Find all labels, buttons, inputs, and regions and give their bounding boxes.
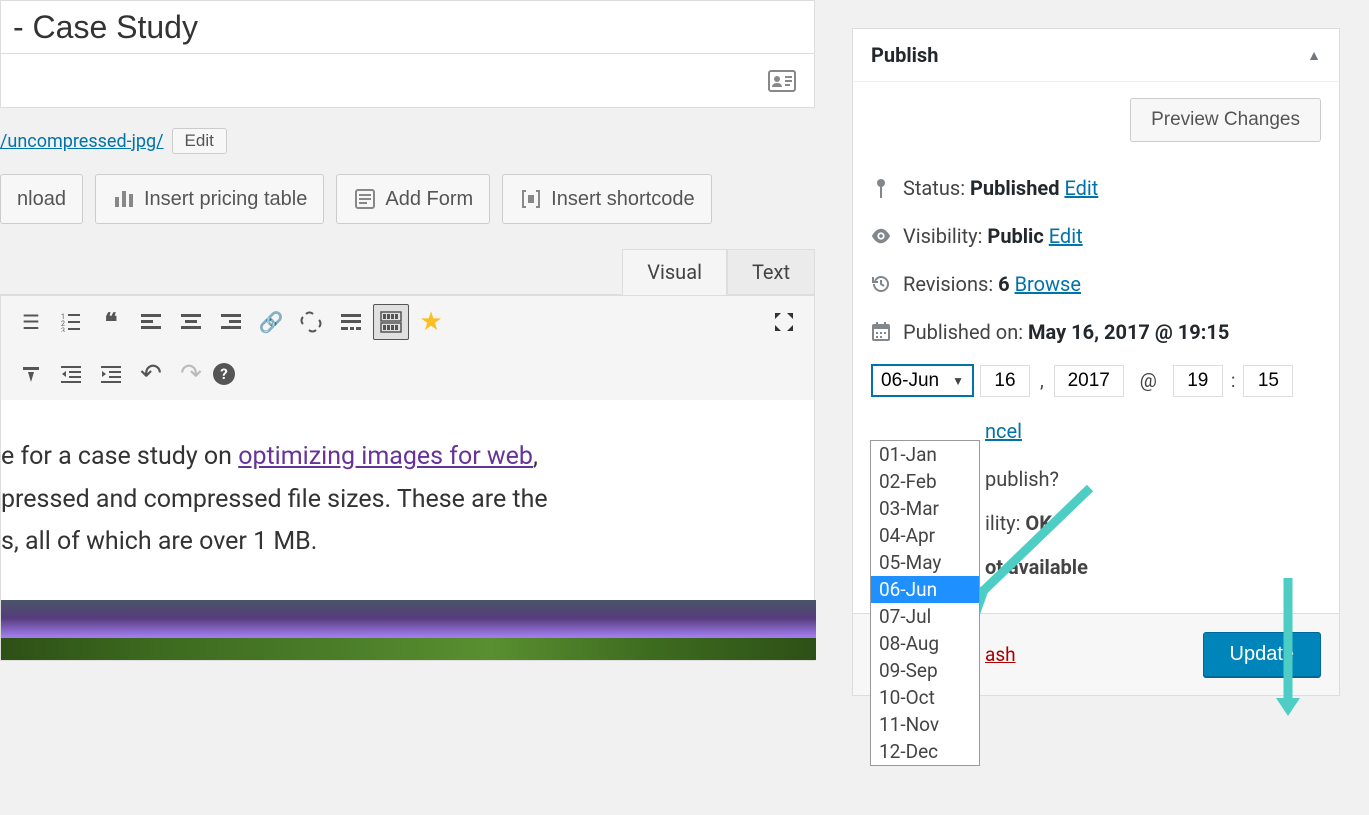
download-button[interactable]: nload — [0, 174, 83, 224]
permalink-link[interactable]: /uncompressed-jpg/ — [0, 131, 164, 152]
revisions-label: Revisions: — [903, 272, 998, 296]
month-option[interactable]: 03-Mar — [871, 495, 979, 522]
unlink-icon[interactable] — [293, 304, 329, 340]
tab-text[interactable]: Text — [727, 249, 815, 295]
tab-visual[interactable]: Visual — [622, 249, 727, 295]
calendar-icon — [871, 322, 891, 342]
month-select[interactable]: 06-Jun — [871, 364, 974, 397]
indent-icon[interactable] — [93, 356, 129, 392]
status-row: Status: Published Edit — [871, 164, 1321, 212]
format-icon[interactable] — [13, 356, 49, 392]
visibility-edit-link[interactable]: Edit — [1049, 224, 1083, 248]
link-icon[interactable]: 🔗 — [253, 304, 289, 340]
shortcode-label: Insert shortcode — [551, 188, 694, 211]
month-option-selected[interactable]: 06-Jun — [871, 576, 979, 603]
undo-icon[interactable]: ↶ — [133, 356, 169, 392]
month-dropdown[interactable]: 01-Jan 02-Feb 03-Mar 04-Apr 05-May 06-Ju… — [870, 440, 980, 766]
content-text: pressed and compressed file sizes. These… — [1, 485, 548, 514]
eye-icon — [871, 228, 891, 244]
month-option[interactable]: 01-Jan — [871, 441, 979, 468]
date-edit-row: 06-Jun , @ : — [871, 356, 1321, 405]
toolbar-toggle-icon[interactable] — [373, 304, 409, 340]
status-edit-link[interactable]: Edit — [1064, 176, 1098, 200]
content-image[interactable] — [1, 600, 816, 660]
read-more-icon[interactable] — [333, 304, 369, 340]
status-value: Published — [970, 176, 1059, 200]
month-option[interactable]: 09-Sep — [871, 657, 979, 684]
month-option[interactable]: 12-Dec — [871, 738, 979, 765]
publish-panel-header[interactable]: Publish ▲ — [853, 29, 1339, 82]
month-option[interactable]: 02-Feb — [871, 468, 979, 495]
help-icon[interactable]: ? — [213, 363, 235, 385]
redo-icon[interactable]: ↷ — [173, 356, 209, 392]
month-option[interactable]: 04-Apr — [871, 522, 979, 549]
history-icon — [871, 274, 891, 294]
post-title-input[interactable] — [0, 0, 815, 54]
year-input[interactable] — [1054, 365, 1124, 397]
status-label: Status: — [903, 176, 970, 200]
trash-link[interactable]: ash — [985, 643, 1016, 666]
revisions-row: Revisions: 6 Browse — [871, 260, 1321, 308]
editor-toolbar-2: ↶ ↷ ? — [1, 348, 814, 400]
month-option[interactable]: 07-Jul — [871, 603, 979, 630]
collapse-icon: ▲ — [1307, 47, 1321, 64]
visibility-row: Visibility: Public Edit — [871, 212, 1321, 260]
permalink-row: /uncompressed-jpg/ Edit — [0, 108, 815, 174]
minute-input[interactable] — [1243, 365, 1293, 397]
revisions-browse-link[interactable]: Browse — [1015, 272, 1081, 296]
content-text: s, all of which are over 1 MB. — [1, 527, 317, 556]
align-center-icon[interactable] — [173, 304, 209, 340]
month-option[interactable]: 11-Nov — [871, 711, 979, 738]
month-option[interactable]: 08-Aug — [871, 630, 979, 657]
secondary-bar — [0, 54, 815, 108]
shortcode-icon — [519, 187, 543, 211]
pin-icon — [871, 178, 891, 198]
quote-icon[interactable]: ❝ — [93, 304, 129, 340]
hour-input[interactable] — [1173, 365, 1223, 397]
colon: : — [1229, 369, 1238, 392]
pricing-label: Insert pricing table — [144, 188, 307, 211]
fullscreen-icon[interactable] — [766, 304, 802, 340]
addform-label: Add Form — [385, 188, 473, 211]
month-option[interactable]: 10-Oct — [871, 684, 979, 711]
published-on-row: Published on: May 16, 2017 @ 19:15 — [871, 308, 1321, 356]
published-value: May 16, 2017 @ 19:15 — [1028, 320, 1229, 344]
published-label: Published on: — [903, 320, 1028, 344]
editor-content[interactable]: e for a case study on optimizing images … — [1, 400, 814, 580]
comma: , — [1036, 369, 1048, 392]
publish-heading: Publish — [871, 43, 938, 67]
content-text: , — [533, 442, 538, 471]
address-card-icon[interactable] — [768, 70, 796, 92]
cancel-link[interactable]: ncel — [985, 419, 1022, 443]
svg-text:3: 3 — [61, 327, 65, 332]
at-symbol: @ — [1130, 369, 1167, 392]
content-link[interactable]: optimizing images for web — [238, 442, 533, 471]
form-icon — [353, 187, 377, 211]
star-icon[interactable]: ★ — [413, 304, 449, 340]
insert-pricing-table-button[interactable]: Insert pricing table — [95, 174, 324, 224]
list-ol-icon[interactable]: 123 — [53, 304, 89, 340]
add-form-button[interactable]: Add Form — [336, 174, 490, 224]
visibility-label: Visibility: — [903, 224, 987, 248]
edit-permalink-button[interactable]: Edit — [172, 128, 227, 154]
day-input[interactable] — [980, 365, 1030, 397]
preview-changes-button[interactable]: Preview Changes — [1130, 98, 1321, 142]
update-button[interactable]: Update — [1203, 632, 1322, 677]
align-left-icon[interactable] — [133, 304, 169, 340]
month-option[interactable]: 05-May — [871, 549, 979, 576]
editor-toolbar: ☰ 123 ❝ 🔗 ★ — [1, 295, 814, 348]
visibility-value: Public — [987, 224, 1043, 248]
revisions-value: 6 — [998, 272, 1009, 296]
insert-shortcode-button[interactable]: Insert shortcode — [502, 174, 711, 224]
outdent-icon[interactable] — [53, 356, 89, 392]
list-ul-icon[interactable]: ☰ — [13, 304, 49, 340]
bars-icon — [112, 187, 136, 211]
content-text: e for a case study on — [1, 442, 238, 471]
align-right-icon[interactable] — [213, 304, 249, 340]
